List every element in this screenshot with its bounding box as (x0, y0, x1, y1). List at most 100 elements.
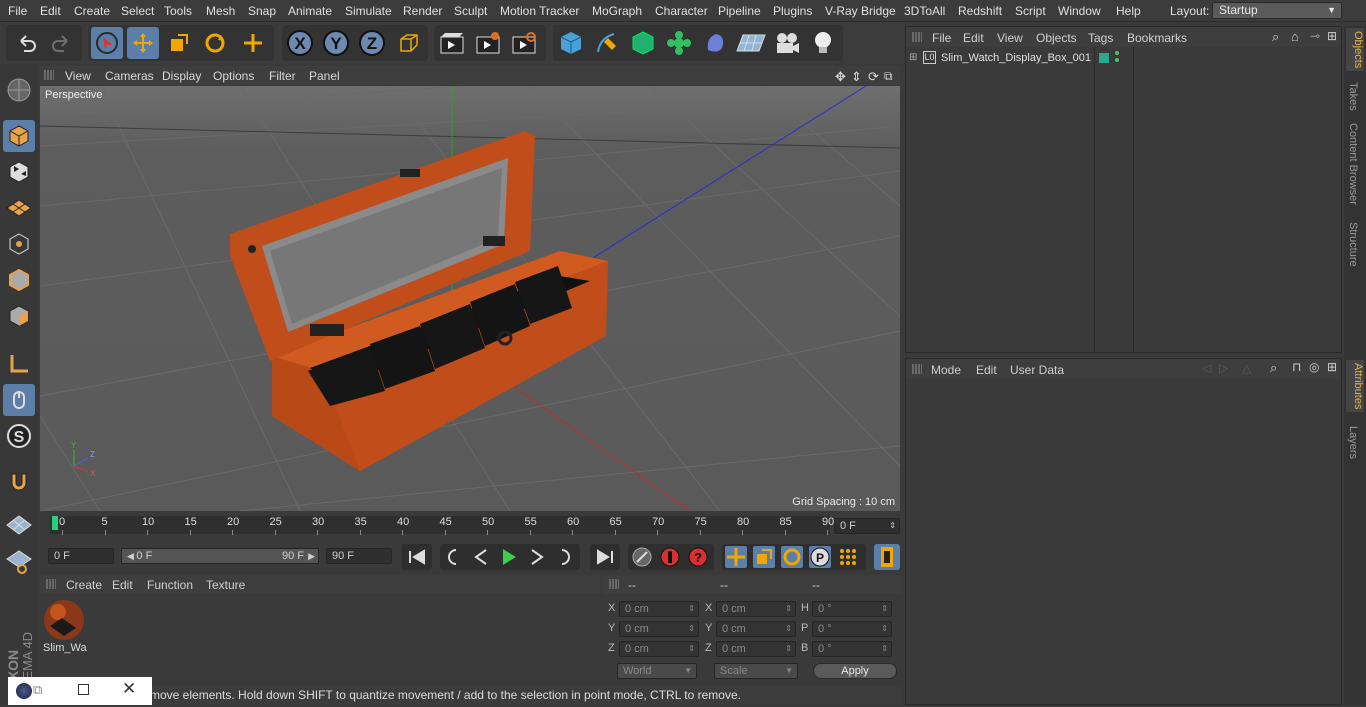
key-pla-icon[interactable] (837, 546, 859, 568)
stepper-icon[interactable]: ⇕ (688, 602, 695, 616)
layout-select[interactable]: Startup ▼ (1212, 2, 1342, 19)
axis-x-button[interactable]: X (284, 27, 316, 59)
stepper-icon[interactable]: ⇕ (881, 642, 888, 656)
menu-simulate[interactable]: Simulate (345, 4, 392, 18)
menu-select[interactable]: Select (121, 4, 154, 18)
light-bulb-icon[interactable] (807, 27, 839, 59)
next-frame-icon[interactable] (526, 547, 548, 567)
maximize-icon[interactable] (78, 684, 89, 695)
undo-icon[interactable] (10, 27, 42, 59)
stepper-icon[interactable]: ⇕ (785, 642, 792, 656)
menu-plugins[interactable]: Plugins (773, 4, 812, 18)
restore-icon[interactable]: ⧉ (33, 682, 42, 698)
coord-size-field[interactable]: 0 cm ⇕ (716, 641, 796, 657)
coord-mode-select[interactable]: World ▼ (617, 663, 697, 679)
timeline-window-icon[interactable] (874, 544, 900, 570)
search-icon[interactable]: ⌕ (1270, 360, 1277, 376)
menu-sculpt[interactable]: Sculpt (454, 4, 487, 18)
viewport-menu-view[interactable]: View (65, 69, 91, 83)
material-menu-function[interactable]: Function (147, 578, 193, 592)
menu-3dtoall[interactable]: 3DToAll (904, 4, 945, 18)
menu-pipeline[interactable]: Pipeline (718, 4, 761, 18)
coord-rotation-field[interactable]: 0 ° ⇕ (812, 621, 892, 637)
subdivision-icon[interactable] (627, 27, 659, 59)
viewport-menu-display[interactable]: Display (162, 69, 201, 83)
viewport-menu-options[interactable]: Options (213, 69, 254, 83)
redo-icon[interactable] (46, 27, 78, 59)
next-key-icon[interactable] (554, 547, 576, 567)
locked-workplane-icon[interactable] (3, 546, 35, 578)
polygons-mode-icon[interactable] (3, 300, 35, 332)
tab-attributes[interactable]: Attributes (1346, 360, 1364, 413)
rotate-icon[interactable] (199, 27, 231, 59)
menu-mograph[interactable]: MoGraph (592, 4, 642, 18)
menu-help[interactable]: Help (1116, 4, 1141, 18)
workplane-lock-icon[interactable] (3, 510, 35, 542)
tweak-mode-icon[interactable] (3, 384, 35, 416)
mograph-cloner-icon[interactable] (663, 27, 695, 59)
new-panel-icon[interactable]: ⊞ (1327, 29, 1337, 43)
object-menu-bookmarks[interactable]: Bookmarks (1127, 31, 1187, 45)
select-arrow-icon[interactable] (91, 27, 123, 59)
camera-icon[interactable] (771, 27, 803, 59)
lock-icon[interactable]: ⊓ (1292, 360, 1301, 374)
coord-size-field[interactable]: 0 cm ⇕ (716, 621, 796, 637)
magnet-icon[interactable] (3, 466, 35, 498)
home-icon[interactable]: ⌂ (1291, 29, 1299, 44)
attribute-menu-user-data[interactable]: User Data (1010, 363, 1064, 377)
close-icon[interactable]: ✕ (122, 679, 136, 699)
menu-snap[interactable]: Snap (248, 4, 276, 18)
pan-view-icon[interactable]: ✥ (835, 69, 846, 85)
object-menu-edit[interactable]: Edit (963, 31, 984, 45)
object-row[interactable]: ⊞ L0 Slim_Watch_Display_Box_001 (906, 51, 1341, 67)
menu-tools[interactable]: Tools (164, 4, 192, 18)
coord-rotation-field[interactable]: 0 ° ⇕ (812, 601, 892, 617)
key-scale-icon[interactable] (753, 546, 775, 568)
keyframe-selection-icon[interactable] (631, 546, 653, 571)
current-frame-field[interactable]: 0 F ⇕ (834, 518, 900, 534)
visibility-dot-bottom[interactable] (1115, 58, 1119, 62)
menu-character[interactable]: Character (655, 4, 708, 18)
3d-viewport[interactable]: Y Z X Perspective Grid Spacing : 10 cm (40, 86, 900, 511)
coord-position-field[interactable]: 0 cm ⇕ (619, 601, 699, 617)
floor-icon[interactable] (735, 27, 767, 59)
coord-rotation-field[interactable]: 0 ° ⇕ (812, 641, 892, 657)
attribute-menu-edit[interactable]: Edit (976, 363, 997, 377)
object-menu-view[interactable]: View (997, 31, 1023, 45)
menu-redshift[interactable]: Redshift (958, 4, 1002, 18)
axis-mode-icon[interactable] (3, 348, 35, 380)
tab-structure[interactable]: Structure (1347, 222, 1359, 267)
coordinate-system-icon[interactable] (393, 27, 425, 59)
key-position-icon[interactable] (725, 546, 747, 568)
viewport-menu-filter[interactable]: Filter (269, 69, 296, 83)
menu-edit[interactable]: Edit (40, 4, 61, 18)
search-icon[interactable]: ⌕ (1272, 29, 1279, 45)
stepper-icon[interactable]: ⇕ (881, 622, 888, 636)
recent-tool-icon[interactable] (237, 27, 269, 59)
frame-range-slider[interactable]: ◀ 0 F 90 F ▶ (121, 548, 319, 564)
tab-content-browser[interactable]: Content Browser (1347, 123, 1359, 205)
tab-objects[interactable]: Objects (1346, 28, 1364, 72)
stepper-icon[interactable]: ⇕ (688, 622, 695, 636)
render-picture-viewer-icon[interactable] (472, 27, 504, 59)
record-icon[interactable] (659, 546, 681, 571)
prev-frame-icon[interactable] (470, 547, 492, 567)
goto-start-icon[interactable] (402, 544, 432, 570)
viewport-menu-panel[interactable]: Panel (309, 69, 340, 83)
tab-layers[interactable]: Layers (1347, 426, 1359, 459)
material-menu-texture[interactable]: Texture (206, 578, 245, 592)
points-mode-icon[interactable] (3, 228, 35, 260)
link-icon[interactable]: ⊸ (1310, 29, 1320, 43)
stepper-icon[interactable]: ⇕ (785, 602, 792, 616)
object-menu-file[interactable]: File (932, 31, 951, 45)
dolly-view-icon[interactable]: ⇕ (851, 69, 862, 85)
workplane-mode-icon[interactable] (3, 192, 35, 224)
play-icon[interactable] (498, 547, 520, 567)
timeline-ruler[interactable]: 0 5 10 15 20 25 30 35 40 45 50 55 60 65 70 75 80 85 90 0 F… (40, 513, 902, 541)
key-rotation-icon[interactable] (781, 546, 803, 568)
rotate-view-icon[interactable]: ⟳ (868, 69, 879, 85)
apply-button[interactable]: Apply (813, 663, 897, 679)
axis-y-button[interactable]: Y (320, 27, 352, 59)
stepper-icon[interactable]: ⇕ (785, 622, 792, 636)
pen-spline-icon[interactable] (591, 27, 623, 59)
